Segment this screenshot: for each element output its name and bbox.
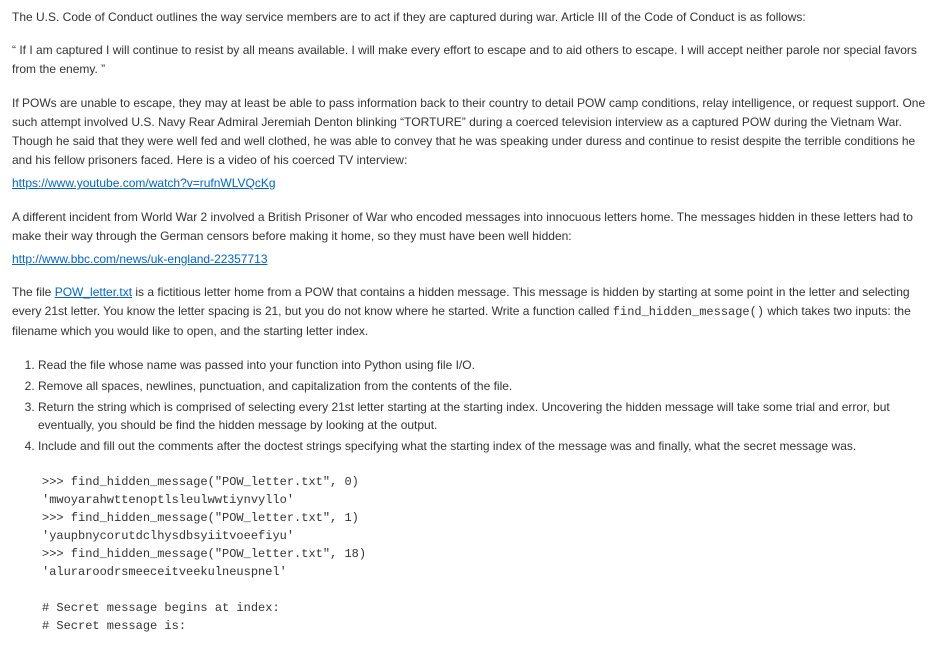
assignment-paragraph: The file POW_letter.txt is a fictitious … — [12, 283, 934, 342]
instruction-step: Read the file whose name was passed into… — [38, 356, 934, 374]
function-name-code: find_hidden_message() — [613, 305, 764, 319]
instruction-step: Include and fill out the comments after … — [38, 437, 934, 455]
bbc-link-line: http://www.bbc.com/news/uk-england-22357… — [12, 250, 934, 269]
intro-paragraph: The U.S. Code of Conduct outlines the wa… — [12, 8, 934, 27]
ww2-paragraph: A different incident from World War 2 in… — [12, 208, 934, 246]
pow-info-paragraph: If POWs are unable to escape, they may a… — [12, 94, 934, 171]
instruction-step: Remove all spaces, newlines, punctuation… — [38, 377, 934, 395]
article-quote: “ If I am captured I will continue to re… — [12, 41, 934, 79]
youtube-link-line: https://www.youtube.com/watch?v=rufnWLVQ… — [12, 174, 934, 193]
instruction-step: Return the string which is comprised of … — [38, 398, 934, 434]
youtube-link[interactable]: https://www.youtube.com/watch?v=rufnWLVQ… — [12, 176, 276, 190]
instruction-list: Read the file whose name was passed into… — [12, 356, 934, 455]
assignment-text-pre: The file — [12, 285, 55, 299]
code-block: >>> find_hidden_message("POW_letter.txt"… — [12, 473, 934, 635]
bbc-link[interactable]: http://www.bbc.com/news/uk-england-22357… — [12, 252, 268, 266]
pow-letter-file-link[interactable]: POW_letter.txt — [55, 285, 132, 299]
